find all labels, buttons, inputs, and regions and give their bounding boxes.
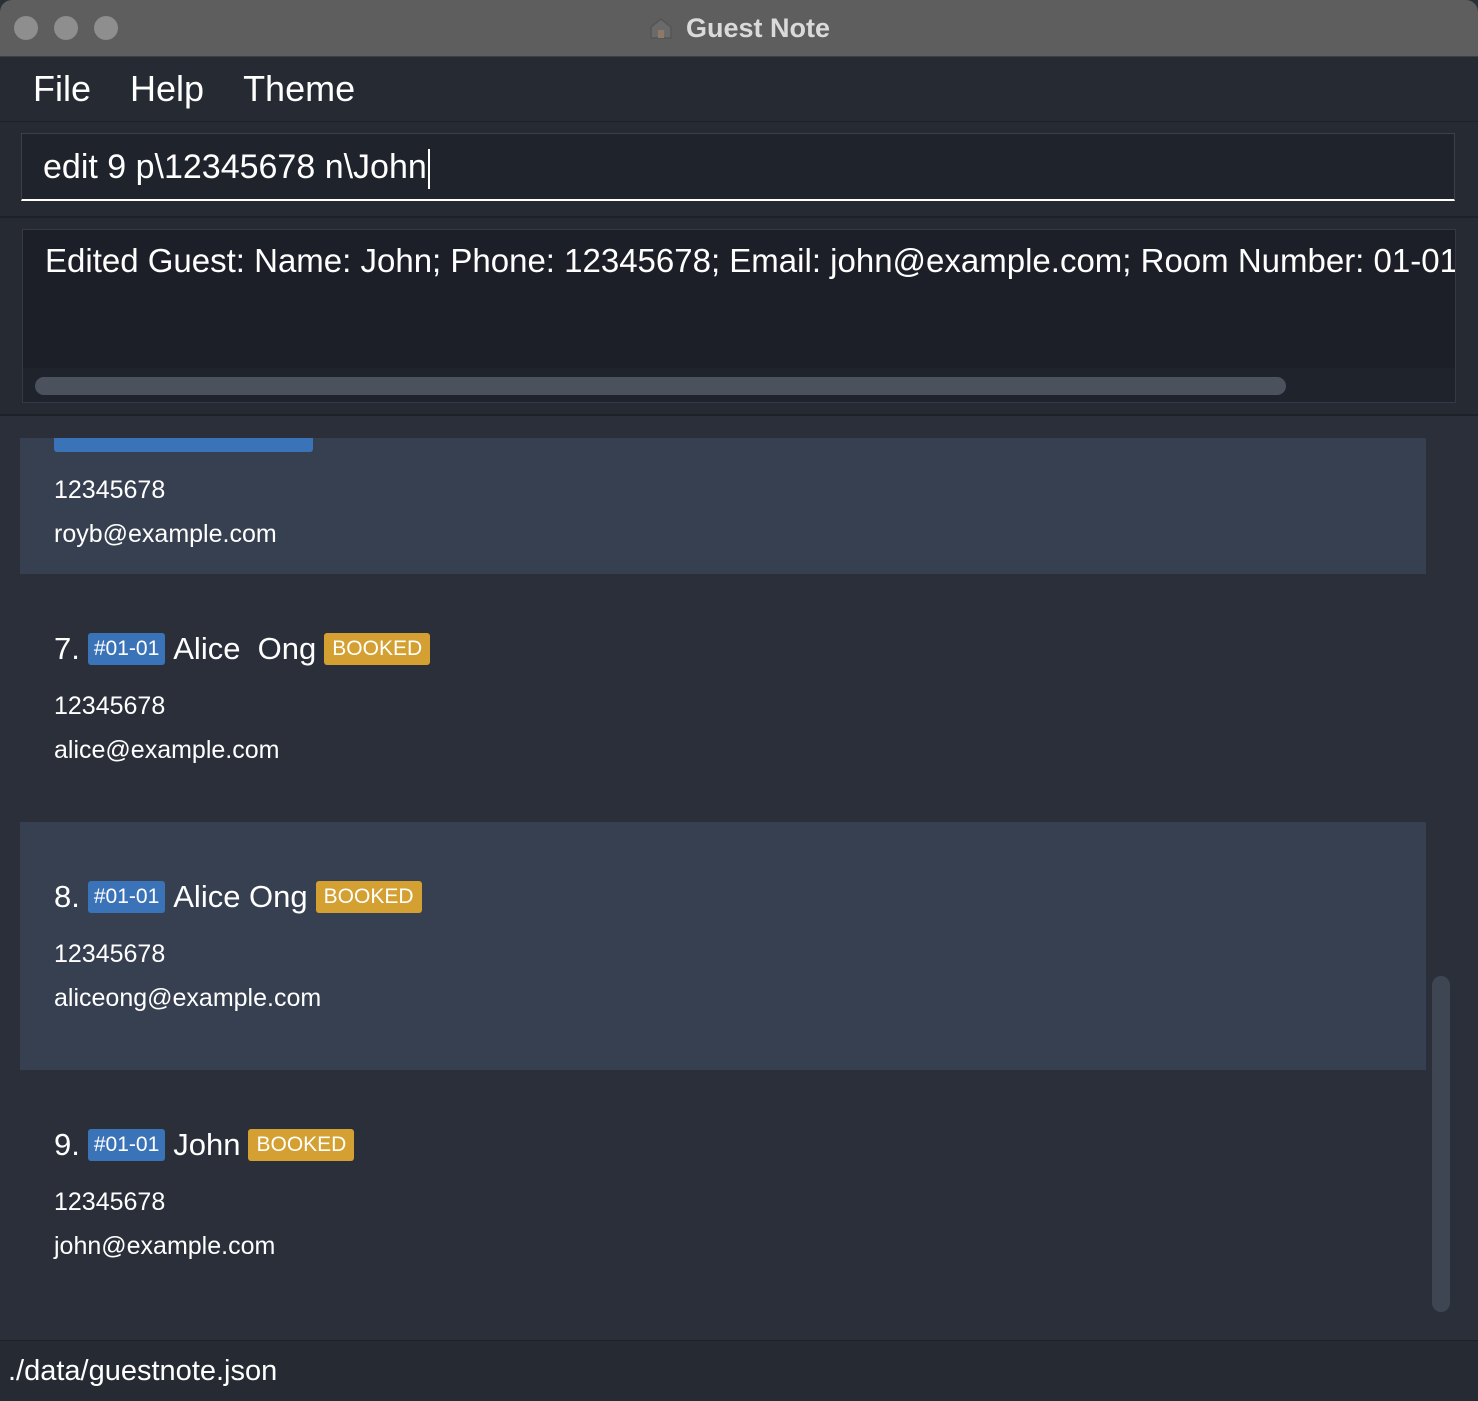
- status-tag: BOOKED: [248, 1129, 355, 1161]
- guest-header: 7. #01-01 Alice Ong BOOKED: [54, 631, 431, 666]
- guest-card[interactable]: 12345678 royb@example.com: [20, 438, 1426, 574]
- guest-card[interactable]: 9. #01-01 John BOOKED 12345678 john@exam…: [20, 1070, 1426, 1318]
- guest-index: 7.: [54, 631, 80, 666]
- status-bar: ./data/guestnote.json: [0, 1340, 1478, 1401]
- status-tag: BOOKED: [324, 633, 431, 665]
- guest-phone: 12345678: [54, 1188, 166, 1216]
- menu-file[interactable]: File: [33, 68, 91, 110]
- command-area: edit 9 p\12345678 n\John: [0, 122, 1478, 218]
- guest-list[interactable]: 12345678 royb@example.com 7. #01-01 Alic…: [20, 438, 1426, 1318]
- guest-name: Alice Ong: [173, 879, 308, 914]
- menu-bar: File Help Theme: [0, 57, 1478, 122]
- result-scroll-thumb[interactable]: [35, 377, 1286, 395]
- status-tag: BOOKED: [315, 881, 422, 913]
- guest-phone: 12345678: [54, 476, 166, 504]
- guest-header: 8. #01-01 Alice Ong BOOKED: [54, 879, 422, 914]
- menu-theme[interactable]: Theme: [243, 68, 355, 110]
- text-caret: [427, 149, 430, 190]
- result-horizontal-scrollbar[interactable]: [23, 368, 1455, 402]
- guest-header: 9. #01-01 John BOOKED: [54, 1127, 355, 1162]
- guest-email: aliceong@example.com: [54, 984, 322, 1012]
- guest-email: alice@example.com: [54, 736, 280, 764]
- guest-list-panel: 12345678 royb@example.com 7. #01-01 Alic…: [0, 416, 1478, 1338]
- room-tag: #01-01: [87, 881, 166, 913]
- guest-index: 8.: [54, 879, 80, 914]
- guest-list-vertical-scrollbar[interactable]: [1430, 438, 1454, 1318]
- guest-phone: 12345678: [54, 940, 166, 968]
- result-message: Edited Guest: Name: John; Phone: 1234567…: [45, 242, 1456, 279]
- guest-card[interactable]: 7. #01-01 Alice Ong BOOKED 12345678 alic…: [20, 574, 1426, 822]
- house-icon: [650, 18, 672, 39]
- menu-help[interactable]: Help: [130, 68, 204, 110]
- room-tag: #01-01: [87, 633, 166, 665]
- guest-email: royb@example.com: [54, 520, 277, 548]
- guest-list-scroll-thumb[interactable]: [1432, 976, 1450, 1312]
- title-bar: Guest Note: [0, 0, 1478, 57]
- guest-card[interactable]: 8. #01-01 Alice Ong BOOKED 12345678 alic…: [20, 822, 1426, 1070]
- command-input[interactable]: edit 9 p\12345678 n\John: [21, 133, 1455, 201]
- guest-email: john@example.com: [54, 1232, 276, 1260]
- data-file-path: ./data/guestnote.json: [8, 1355, 278, 1387]
- guest-name: Alice Ong: [173, 631, 317, 666]
- command-input-value: edit 9 p\12345678 n\John: [43, 148, 427, 186]
- window-title: Guest Note: [685, 12, 831, 43]
- request-tag: [54, 438, 313, 452]
- guest-phone: 12345678: [54, 692, 166, 720]
- result-display: Edited Guest: Name: John; Phone: 1234567…: [22, 229, 1456, 403]
- guest-index: 9.: [54, 1127, 80, 1162]
- room-tag: #01-01: [87, 1129, 166, 1161]
- guest-name: John: [173, 1127, 241, 1162]
- result-area: Edited Guest: Name: John; Phone: 1234567…: [0, 218, 1478, 416]
